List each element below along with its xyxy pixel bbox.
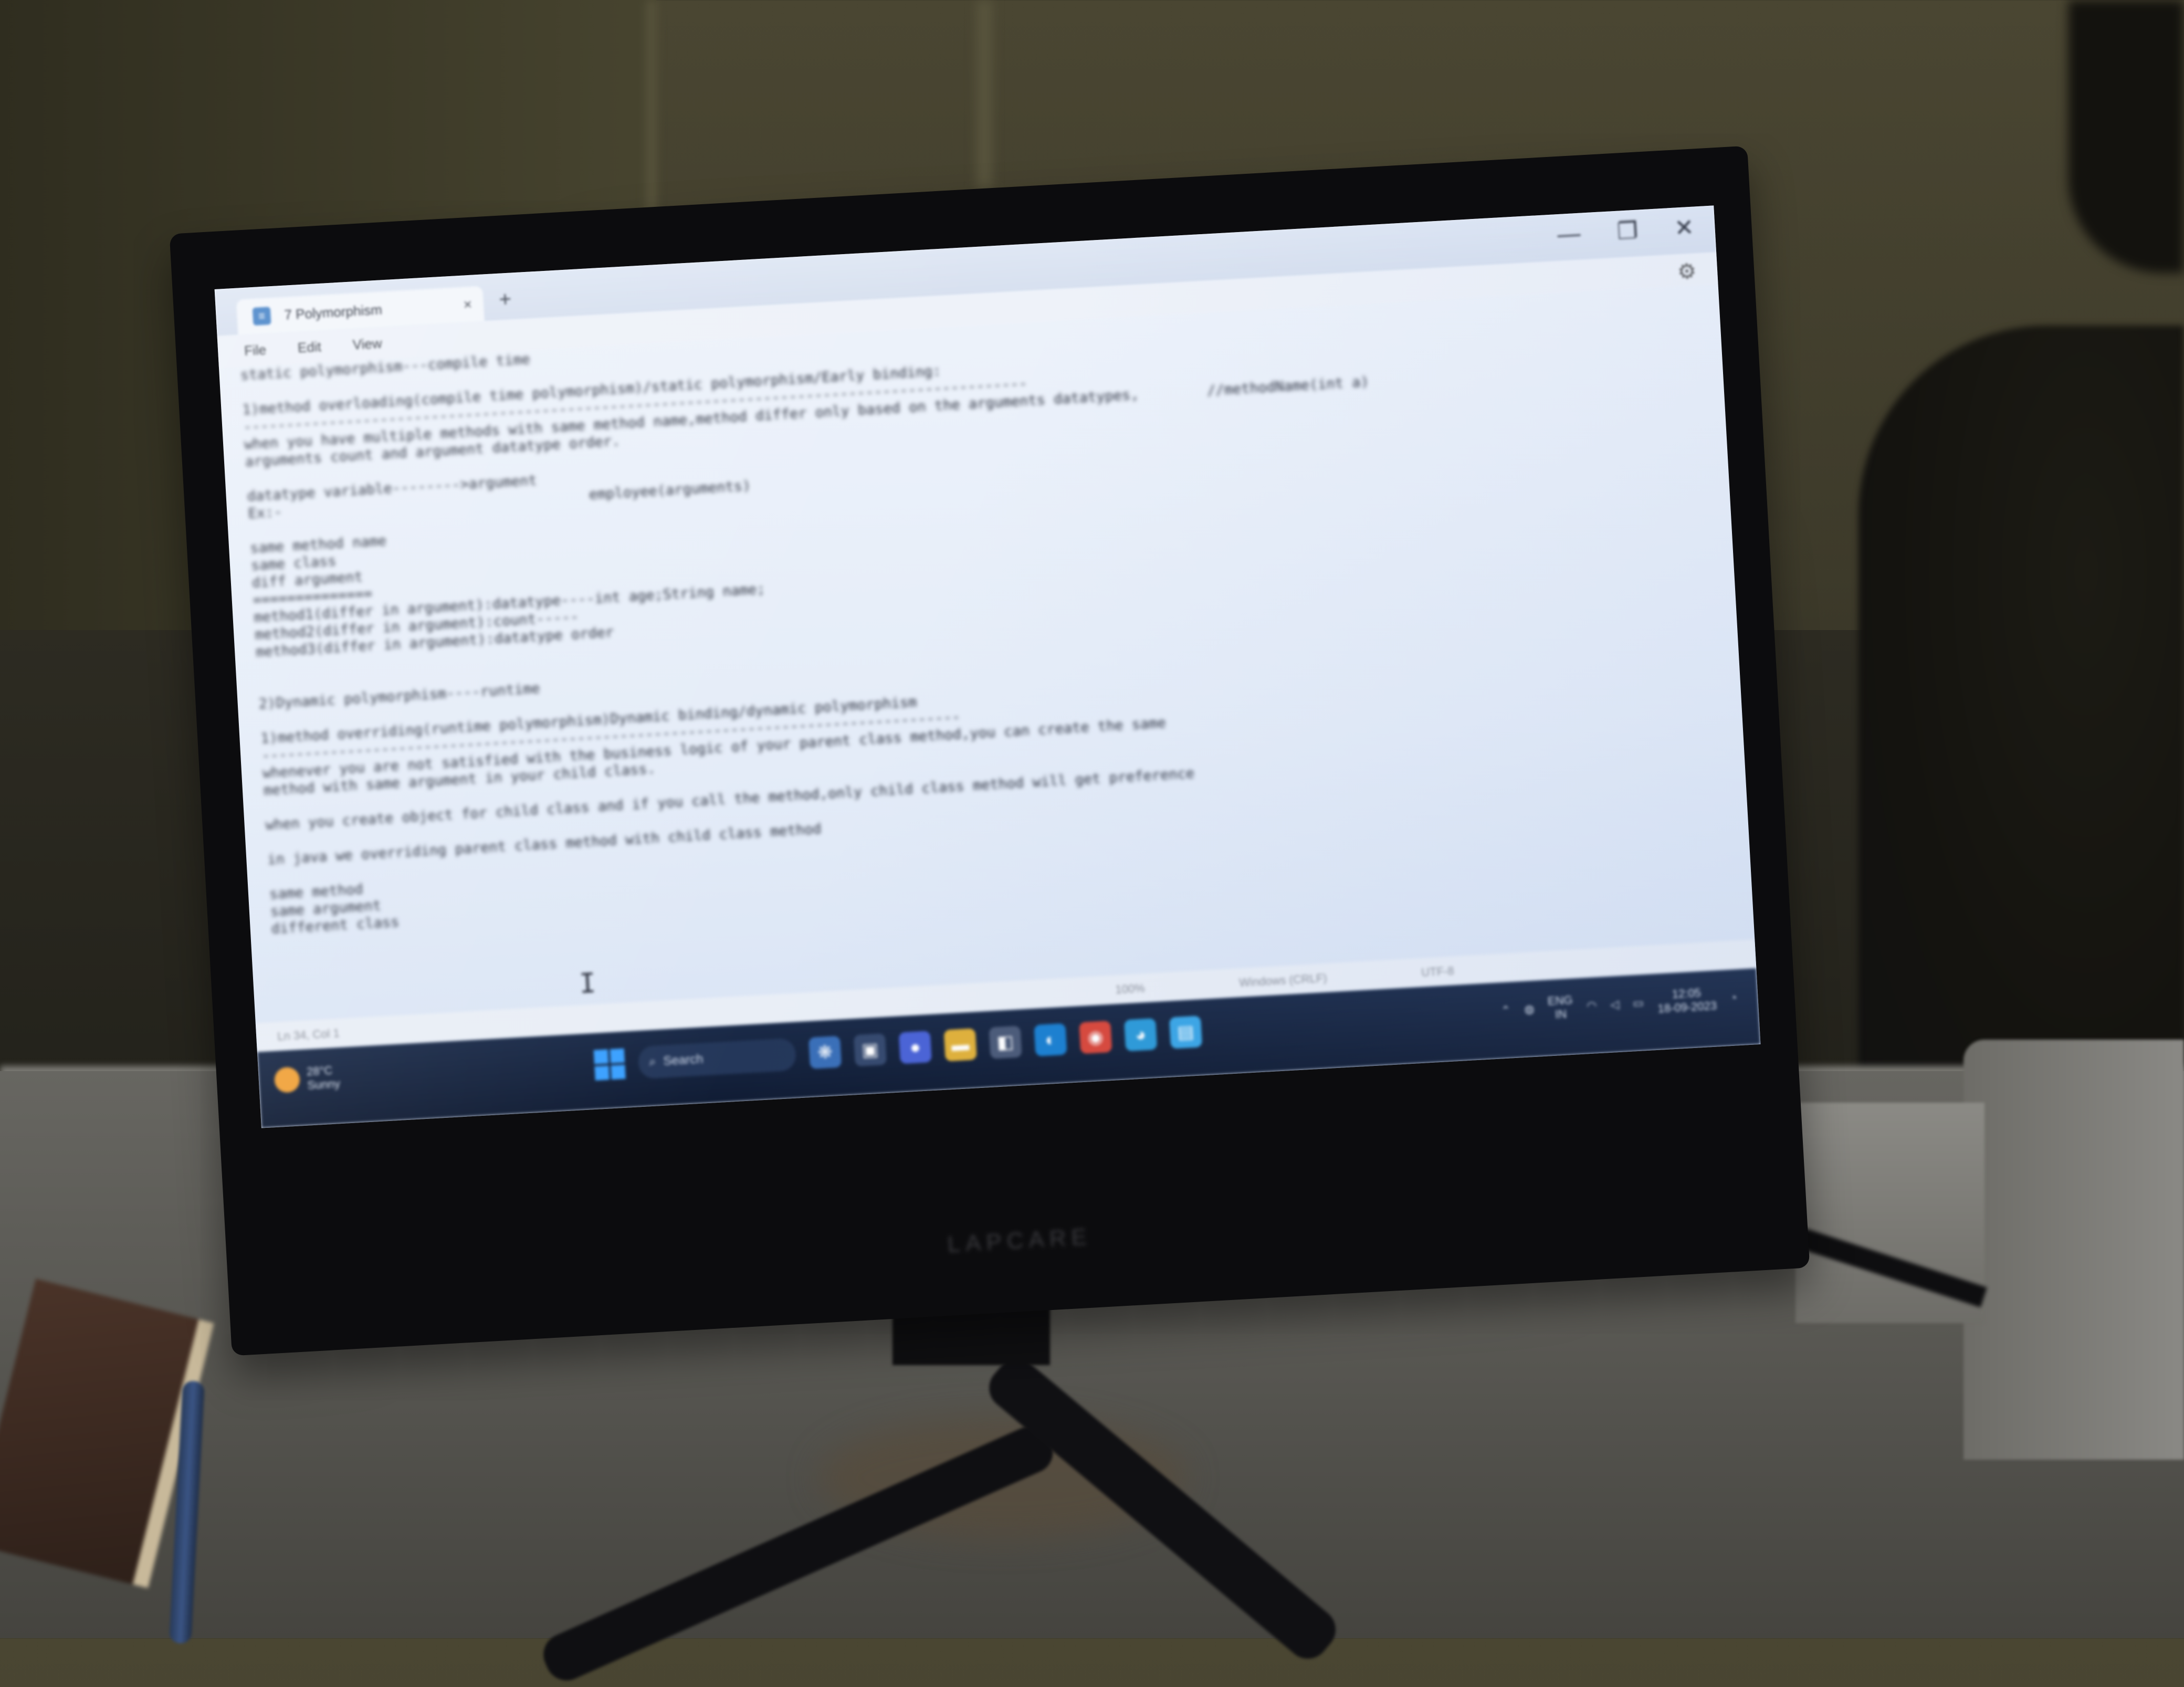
tab-close-icon[interactable]: × [463,296,472,313]
search-icon: ⌕ [648,1054,657,1070]
screen: ≡ 7 Polymorphism × + — ❐ ✕ File Edit Vie… [214,205,1761,1128]
monitor-brand-logo: LAPCARE [947,1223,1093,1258]
menu-file[interactable]: File [244,341,267,359]
menu-view[interactable]: View [352,335,383,353]
app-icon[interactable]: ◕ [1124,1018,1158,1052]
language-indicator[interactable]: ENG IN [1547,993,1574,1022]
weather-desc: Sunny [307,1077,341,1092]
chat-icon[interactable]: ● [898,1031,932,1064]
volume-icon[interactable]: ◁ [1610,998,1620,1012]
taskbar-search[interactable]: ⌕ Search [637,1038,797,1080]
region: IN [1555,1007,1567,1021]
system-tray: ⌃ ◍ ENG IN ◠ ◁ ▭ 12:05 18-09-2023 ◔ [1500,984,1738,1024]
weather-widget[interactable]: 28°C Sunny [274,1063,341,1094]
chrome-icon[interactable]: ◉ [1079,1020,1112,1054]
windows-start-icon[interactable] [593,1048,626,1081]
notepad-taskbar-icon[interactable]: ▤ [1169,1015,1203,1049]
notification-icon[interactable]: ◔ [1729,991,1737,1005]
new-tab-button[interactable]: + [498,288,512,312]
person-silhouette [1858,326,2184,1145]
window-controls: — ❐ ✕ [1557,214,1695,248]
clock[interactable]: 12:05 18-09-2023 [1656,986,1717,1016]
clock-date: 18-09-2023 [1657,999,1717,1015]
person-silhouette-top [2068,0,2184,273]
task-view-icon[interactable]: ▣ [853,1033,887,1067]
notepad-icon: ≡ [252,307,271,326]
store-icon[interactable]: ◧ [989,1025,1022,1059]
chevron-up-icon[interactable]: ⌃ [1500,1003,1511,1018]
menu-edit[interactable]: Edit [297,338,321,355]
file-explorer-icon[interactable]: ▬ [943,1028,977,1062]
status-line-ending[interactable]: Windows (CRLF) [1239,971,1328,989]
monitor: ≡ 7 Polymorphism × + — ❐ ✕ File Edit Vie… [169,145,1810,1356]
minimize-icon[interactable]: — [1557,221,1581,248]
text-cursor-icon: I [578,967,597,1000]
close-icon[interactable]: ✕ [1674,214,1695,242]
settings-gear-icon[interactable]: ⚙ [1677,259,1697,284]
edge-icon[interactable]: ◐ [1034,1023,1067,1057]
wall-seam [646,0,657,221]
weather-text: 28°C Sunny [306,1063,340,1092]
wall-seam-right [976,0,992,189]
weather-temp: 28°C [306,1063,333,1078]
sun-icon [274,1066,301,1093]
tray-app-icon[interactable]: ◍ [1524,1002,1535,1017]
status-encoding[interactable]: UTF-8 [1421,964,1455,979]
maximize-icon[interactable]: ❐ [1616,217,1639,245]
battery-icon[interactable]: ▭ [1632,996,1644,1010]
status-position: Ln 34, Col 1 [277,1026,340,1043]
text-editor[interactable]: static polymorphism---compile time 1)meth… [240,285,1734,1022]
wifi-icon[interactable]: ◠ [1586,999,1597,1013]
language: ENG [1547,993,1573,1008]
tab-title: 7 Polymorphism [284,301,383,323]
status-zoom[interactable]: 100% [1115,981,1146,997]
search-label: Search [663,1052,704,1068]
cpu-box [1964,1040,2184,1460]
widgets-icon[interactable]: ❋ [808,1035,842,1070]
